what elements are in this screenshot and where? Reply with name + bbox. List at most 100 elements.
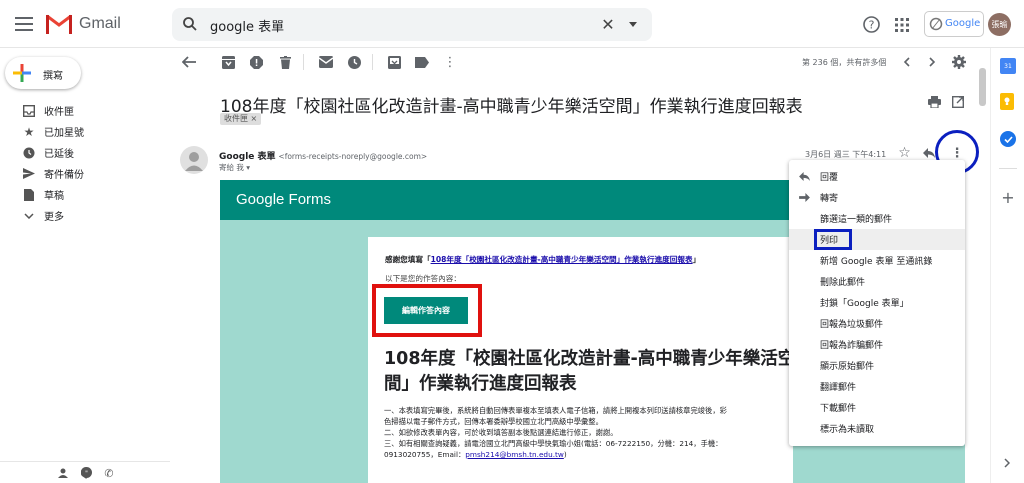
account-logo-box[interactable]: Google	[924, 11, 984, 37]
sender-line: Google 表單 <forms-receipts-noreply@google…	[219, 149, 427, 162]
search-input[interactable]: google 表單	[210, 16, 284, 35]
add-addon-icon[interactable]: +	[1000, 188, 1016, 207]
star-email-icon[interactable]: ☆	[897, 145, 912, 161]
compose-plus-icon	[13, 64, 31, 82]
menu-item-add-contact[interactable]: 新增 Google 表單 至通訊錄	[789, 250, 965, 271]
highlight-box-annotation	[372, 284, 482, 337]
clear-search-icon[interactable]: ✕	[600, 15, 616, 34]
recipient-line[interactable]: 寄給 我 ▾	[219, 162, 250, 173]
sidebar-item-label: 已延後	[44, 149, 74, 160]
response-card: 感謝您填寫「108年度「校園社區化改造計畫-高中職青少年樂活空間」作業執行進度回…	[368, 237, 796, 483]
sidebar-item-label: 寄件備份	[44, 170, 84, 181]
menu-item-download[interactable]: 下載郵件	[789, 397, 965, 418]
gmail-logo-icon[interactable]	[46, 14, 72, 34]
menu-item-label: 顯示原始郵件	[820, 362, 875, 372]
mark-unread-icon[interactable]	[318, 54, 334, 70]
sidebar-divider	[0, 461, 170, 462]
back-arrow-icon[interactable]	[180, 53, 198, 71]
forms-brand: Google Forms	[236, 191, 332, 208]
reply-icon	[798, 171, 810, 181]
forward-icon	[798, 192, 810, 202]
menu-item-show-original[interactable]: 顯示原始郵件	[789, 355, 965, 376]
desc-line: 三、如有相關查詢疑義，請電洽國立北門高級中學快氣瑜小姐(電話：06-722215…	[384, 439, 723, 448]
sidebar-item-snoozed[interactable]: 已延後	[0, 142, 165, 163]
apps-grid-icon[interactable]	[895, 17, 909, 32]
contacts-icon[interactable]	[57, 467, 69, 479]
email-date: 3月6日 週三 下午4:11	[805, 150, 887, 159]
menu-item-reply[interactable]: 回覆	[789, 166, 965, 187]
sidebar-item-sent[interactable]: 寄件備份	[0, 163, 165, 184]
inbox-label-chip[interactable]: 收件匣 ×	[220, 113, 262, 125]
thanks-suffix: 」	[692, 255, 701, 264]
print-all-icon[interactable]	[927, 95, 941, 109]
archive-icon[interactable]	[220, 54, 236, 70]
menu-item-mark-unread[interactable]: 標示為未讀取	[789, 418, 965, 439]
menu-item-filter-similar[interactable]: 篩選這一類的郵件	[789, 208, 965, 229]
more-actions-icon[interactable]: ⋮	[442, 54, 458, 70]
compose-label: 撰寫	[43, 71, 63, 82]
calendar-icon[interactable]: 31	[1000, 58, 1016, 74]
menu-item-report-phishing[interactable]: 回報為詐騙郵件	[789, 334, 965, 355]
menu-item-print[interactable]: 列印	[789, 229, 965, 250]
desc-line: 0913020755，Email：pmsh214@bmsh.tn.edu.tw)	[384, 449, 727, 460]
form-heading-line1: 108年度「校園社區化改造計畫-高中職青少年樂活空	[384, 349, 796, 369]
menu-item-label: 回覆	[820, 173, 839, 183]
sidebar-item-inbox[interactable]: 收件匣	[0, 100, 165, 121]
settings-gear-icon[interactable]	[951, 54, 967, 70]
account-avatar[interactable]: 張瑜	[988, 13, 1011, 36]
search-icon[interactable]	[182, 16, 198, 32]
report-spam-icon[interactable]	[248, 54, 264, 70]
thanks-line: 感謝您填寫「108年度「校園社區化改造計畫-高中職青少年樂活空間」作業執行進度回…	[385, 254, 700, 265]
compose-button[interactable]: 撰寫	[5, 57, 81, 89]
menu-item-label: 封鎖「Google 表單」	[820, 299, 909, 309]
contact-email-link[interactable]: pmsh214@bmsh.tn.edu.tw	[465, 450, 564, 459]
menu-item-label: 下載郵件	[820, 404, 857, 414]
form-title-link[interactable]: 108年度「校園社區化改造計畫-高中職青少年樂活空間」作業執行進度回報表	[431, 255, 693, 264]
menu-item-translate[interactable]: 翻譯郵件	[789, 376, 965, 397]
snooze-icon[interactable]	[346, 54, 362, 70]
sidebar-item-starred[interactable]: ★ 已加星號	[0, 121, 165, 142]
sidebar-item-more[interactable]: 更多	[0, 205, 165, 226]
move-to-icon[interactable]	[386, 54, 402, 70]
scrollbar-thumb[interactable]	[979, 68, 986, 106]
sender-avatar	[180, 146, 208, 174]
hangouts-icon[interactable]: "	[80, 467, 92, 479]
menu-item-block-sender[interactable]: 封鎖「Google 表單」	[789, 292, 965, 313]
keep-icon[interactable]	[1000, 93, 1014, 110]
gmail-window: Gmail google 表單 ✕ ? Google 張瑜 撰寫 收件匣 ★ 已…	[0, 0, 1024, 483]
menu-item-label: 回報為詐騙郵件	[820, 341, 884, 351]
desc-line: 色掃描以電子郵件方式，回傳本署委辦學校國立北門高級中學彙整。	[384, 417, 603, 426]
send-icon	[18, 168, 40, 179]
search-options-icon[interactable]	[626, 17, 640, 31]
top-header: Gmail google 表單 ✕ ? Google 張瑜	[0, 0, 1024, 48]
chevron-right-icon[interactable]	[925, 55, 939, 69]
label-icon[interactable]	[414, 54, 430, 70]
menu-item-label: 新增 Google 表單 至通訊錄	[820, 257, 933, 267]
inbox-icon	[18, 104, 40, 117]
expand-panel-icon[interactable]	[1001, 456, 1013, 470]
main-menu-icon[interactable]	[14, 14, 34, 34]
menu-item-delete[interactable]: 刪除此郵件	[789, 271, 965, 292]
phone-icon[interactable]: ✆	[103, 467, 115, 480]
sender-name: Google 表單	[219, 152, 276, 162]
open-new-window-icon[interactable]	[951, 95, 965, 109]
help-icon[interactable]: ?	[862, 15, 880, 33]
tasks-icon[interactable]	[1000, 131, 1016, 147]
svg-text:": "	[85, 470, 88, 477]
menu-item-forward[interactable]: 轉寄	[789, 187, 965, 208]
sidebar-item-label: 草稿	[44, 191, 64, 202]
draft-icon	[18, 188, 40, 201]
chevron-left-icon[interactable]	[899, 55, 913, 69]
menu-item-report-spam[interactable]: 回報為垃圾郵件	[789, 313, 965, 334]
desc-line: 二、如欲修改表單內容，可於收到填答副本後點選連結進行修正，謝謝。	[384, 428, 618, 437]
menu-item-label: 回報為垃圾郵件	[820, 320, 884, 330]
side-panel: 31 +	[990, 48, 1024, 483]
more-options-menu: 回覆 轉寄 篩選這一類的郵件 列印 新增 Google 表單 至通訊錄 刪除此郵…	[789, 160, 965, 446]
account-logo-text: Google	[945, 18, 981, 29]
menu-item-label: 刪除此郵件	[820, 278, 866, 288]
sidebar-item-drafts[interactable]: 草稿	[0, 184, 165, 205]
reply-icon[interactable]	[922, 147, 936, 159]
pagination-text: 第 236 個，共有許多個	[802, 58, 887, 67]
delete-icon[interactable]	[277, 54, 293, 70]
search-bar[interactable]: google 表單 ✕	[172, 8, 652, 41]
